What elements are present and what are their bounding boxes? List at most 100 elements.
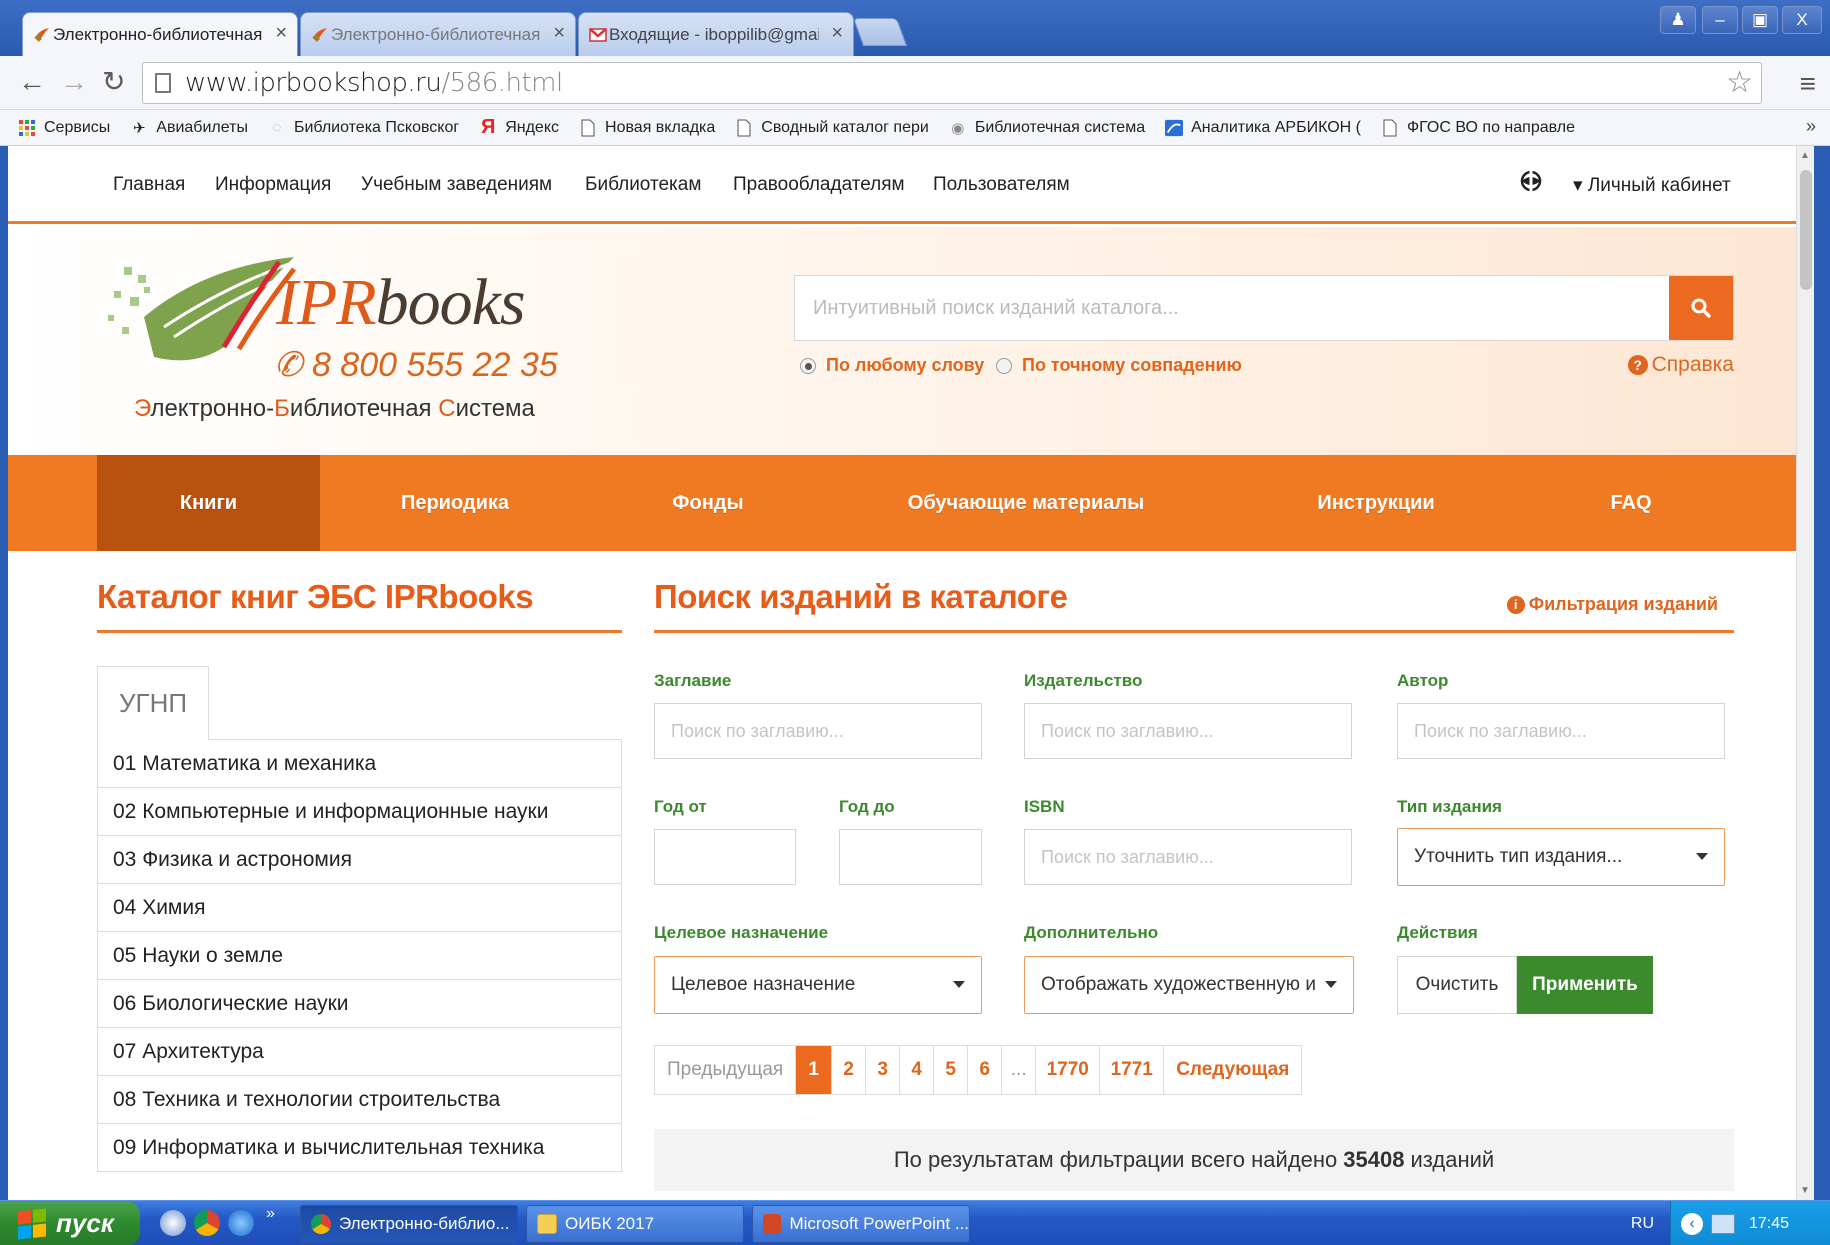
help-link[interactable]: ? Справка	[1627, 353, 1734, 377]
category-item[interactable]: 05 Науки о земле	[97, 932, 622, 980]
radio-button[interactable]	[996, 357, 1012, 374]
language-indicator[interactable]: RU	[1631, 1215, 1654, 1233]
page-link[interactable]: 5	[933, 1046, 967, 1094]
page-scrollbar[interactable]: ▲ ▼	[1796, 146, 1814, 1200]
topnav-link-libraries[interactable]: Библиотекам	[585, 174, 701, 196]
user-profile-icon[interactable]: ♟	[1660, 6, 1696, 34]
search-mode-any[interactable]: По любому слову	[800, 355, 984, 376]
scroll-up-arrow-icon[interactable]: ▲	[1800, 150, 1810, 161]
chrome-quicklaunch-icon[interactable]	[194, 1210, 220, 1236]
bookmark-yandex[interactable]: Я Яндекс	[479, 116, 559, 138]
pagination-prev[interactable]: Предыдущая	[655, 1046, 795, 1094]
publisher-field[interactable]	[1024, 703, 1352, 759]
category-item[interactable]: 04 Химия	[97, 884, 622, 932]
mainnav-tab-funds[interactable]: Фонды	[590, 455, 826, 551]
additional-select[interactable]: Отображать художественную и	[1024, 956, 1354, 1014]
bookmark-fgos[interactable]: ФГОС ВО по направле	[1381, 119, 1575, 137]
pagination-next[interactable]: Следующая	[1163, 1046, 1301, 1094]
page-link[interactable]: 3	[865, 1046, 899, 1094]
scroll-down-arrow-icon[interactable]: ▼	[1800, 1185, 1810, 1196]
close-window-button[interactable]: X	[1782, 6, 1822, 34]
apply-button[interactable]: Применить	[1517, 956, 1653, 1014]
chrome-menu-icon[interactable]: ≡	[1800, 68, 1816, 100]
bookmark-star-icon[interactable]: ☆	[1726, 67, 1753, 99]
browser-tab-iprbooks-1[interactable]: Электронно-библиотечная ×	[22, 12, 298, 56]
purpose-select[interactable]: Целевое назначение	[654, 956, 982, 1014]
page-link[interactable]: 2	[831, 1046, 865, 1094]
mainnav-tab-learning-materials[interactable]: Обучающие материалы	[826, 455, 1226, 551]
category-item[interactable]: 09 Информатика и вычислительная техника	[97, 1124, 622, 1172]
start-button[interactable]: пуск	[0, 1201, 140, 1245]
page-link[interactable]: 1770	[1035, 1046, 1099, 1094]
page-link[interactable]: 1	[795, 1046, 832, 1094]
bookmark-apps[interactable]: Сервисы	[18, 119, 110, 137]
category-item[interactable]: 08 Техника и технологии строительства	[97, 1076, 622, 1124]
taskbar-item-chrome[interactable]: Электронно-библио...	[300, 1205, 518, 1243]
personal-account-link[interactable]: ▾ Личный кабинет	[1573, 174, 1731, 197]
bookmark-new-tab[interactable]: Новая вкладка	[579, 119, 715, 137]
year-from-field[interactable]	[654, 829, 796, 885]
bookmark-arbicon[interactable]: Аналитика АРБИКОН (	[1165, 119, 1361, 137]
ie-quicklaunch-icon[interactable]	[228, 1210, 254, 1236]
tray-expand-icon[interactable]: ‹	[1681, 1212, 1703, 1235]
iprbooks-logo[interactable]: IPRbooks ✆ 8 800 555 22 35 Электронно-Би…	[104, 257, 558, 422]
show-desktop-icon[interactable]	[160, 1210, 186, 1236]
topnav-link-institutions[interactable]: Учебным заведениям	[361, 174, 552, 196]
network-icon[interactable]	[1711, 1213, 1735, 1234]
bookmark-library-system[interactable]: ◉ Библиотечная система	[949, 119, 1145, 137]
task-label: Электронно-библио...	[339, 1214, 510, 1233]
close-tab-icon[interactable]: ×	[553, 22, 565, 45]
title-field[interactable]	[654, 703, 982, 759]
radio-button-checked[interactable]	[800, 357, 816, 374]
restore-button[interactable]: ▣	[1742, 6, 1778, 34]
browser-tab-gmail[interactable]: Входящие - iboppilib@gmail. ×	[578, 12, 854, 56]
mainnav-tab-books[interactable]: Книги	[97, 455, 320, 551]
reload-icon[interactable]: ↻	[102, 66, 125, 98]
year-to-field[interactable]	[839, 829, 982, 885]
category-item[interactable]: 06 Биологические науки	[97, 980, 622, 1028]
edition-type-select[interactable]: Уточнить тип издания...	[1397, 828, 1725, 886]
minimize-button[interactable]: –	[1702, 6, 1738, 34]
search-mode-exact[interactable]: По точному совпадению	[996, 355, 1242, 376]
back-arrow-icon[interactable]: ←	[18, 66, 46, 98]
topnav-link-rightholders[interactable]: Правообладателям	[733, 174, 905, 196]
mainnav-tab-periodicals[interactable]: Периодика	[320, 455, 590, 551]
category-item[interactable]: 07 Архитектура	[97, 1028, 622, 1076]
scrollbar-thumb[interactable]	[1800, 170, 1812, 290]
author-field[interactable]	[1397, 703, 1725, 759]
close-tab-icon[interactable]: ×	[275, 22, 287, 45]
page-icon	[1381, 119, 1399, 137]
browser-tab-iprbooks-2[interactable]: Электронно-библиотечная ×	[300, 12, 576, 56]
taskbar-item-powerpoint[interactable]: Microsoft PowerPoint ...	[752, 1205, 970, 1243]
catalog-search-input[interactable]	[795, 276, 1665, 340]
mainnav-tab-instructions[interactable]: Инструкции	[1226, 455, 1526, 551]
topnav-link-info[interactable]: Информация	[215, 174, 331, 196]
bookmarks-overflow-icon[interactable]: »	[1806, 116, 1816, 137]
topnav-link-users[interactable]: Пользователям	[933, 174, 1070, 196]
filter-editions-link[interactable]: i Фильтрация изданий	[1506, 594, 1718, 615]
page-link[interactable]: 1771	[1099, 1046, 1163, 1094]
category-item[interactable]: 03 Физика и астрономия	[97, 836, 622, 884]
forward-arrow-icon[interactable]: →	[60, 66, 88, 98]
bookmark-catalog[interactable]: Сводный каталог пери	[735, 119, 929, 137]
taskbar-item-folder[interactable]: ОИБК 2017	[526, 1205, 744, 1243]
topnav-link-home[interactable]: Главная	[113, 174, 185, 196]
new-tab-button[interactable]	[852, 18, 908, 46]
category-item[interactable]: 01 Математика и механика	[97, 740, 622, 788]
category-item[interactable]: 02 Компьютерные и информационные науки	[97, 788, 622, 836]
page-link[interactable]: 6	[967, 1046, 1001, 1094]
bookmark-aviabilety[interactable]: ✈ Авиабилеты	[130, 119, 248, 137]
search-button[interactable]	[1669, 276, 1733, 340]
bookmark-pskov-library[interactable]: ◌ Библиотека Псковског	[268, 119, 459, 137]
clock[interactable]: 17:45	[1749, 1215, 1789, 1233]
address-bar[interactable]: www.iprbookshop.ru/586.html ☆	[142, 62, 1762, 104]
mainnav-tab-faq[interactable]: FAQ	[1526, 455, 1736, 551]
close-tab-icon[interactable]: ×	[831, 22, 843, 45]
page-link[interactable]: 4	[899, 1046, 933, 1094]
radio-label: По любому слову	[826, 355, 985, 375]
isbn-field[interactable]	[1024, 829, 1352, 885]
clear-button[interactable]: Очистить	[1397, 956, 1517, 1014]
accessibility-icon[interactable]	[1518, 168, 1544, 200]
quicklaunch-overflow-icon[interactable]: »	[266, 1205, 275, 1223]
tab-ugnp[interactable]: УГНП	[97, 666, 209, 740]
